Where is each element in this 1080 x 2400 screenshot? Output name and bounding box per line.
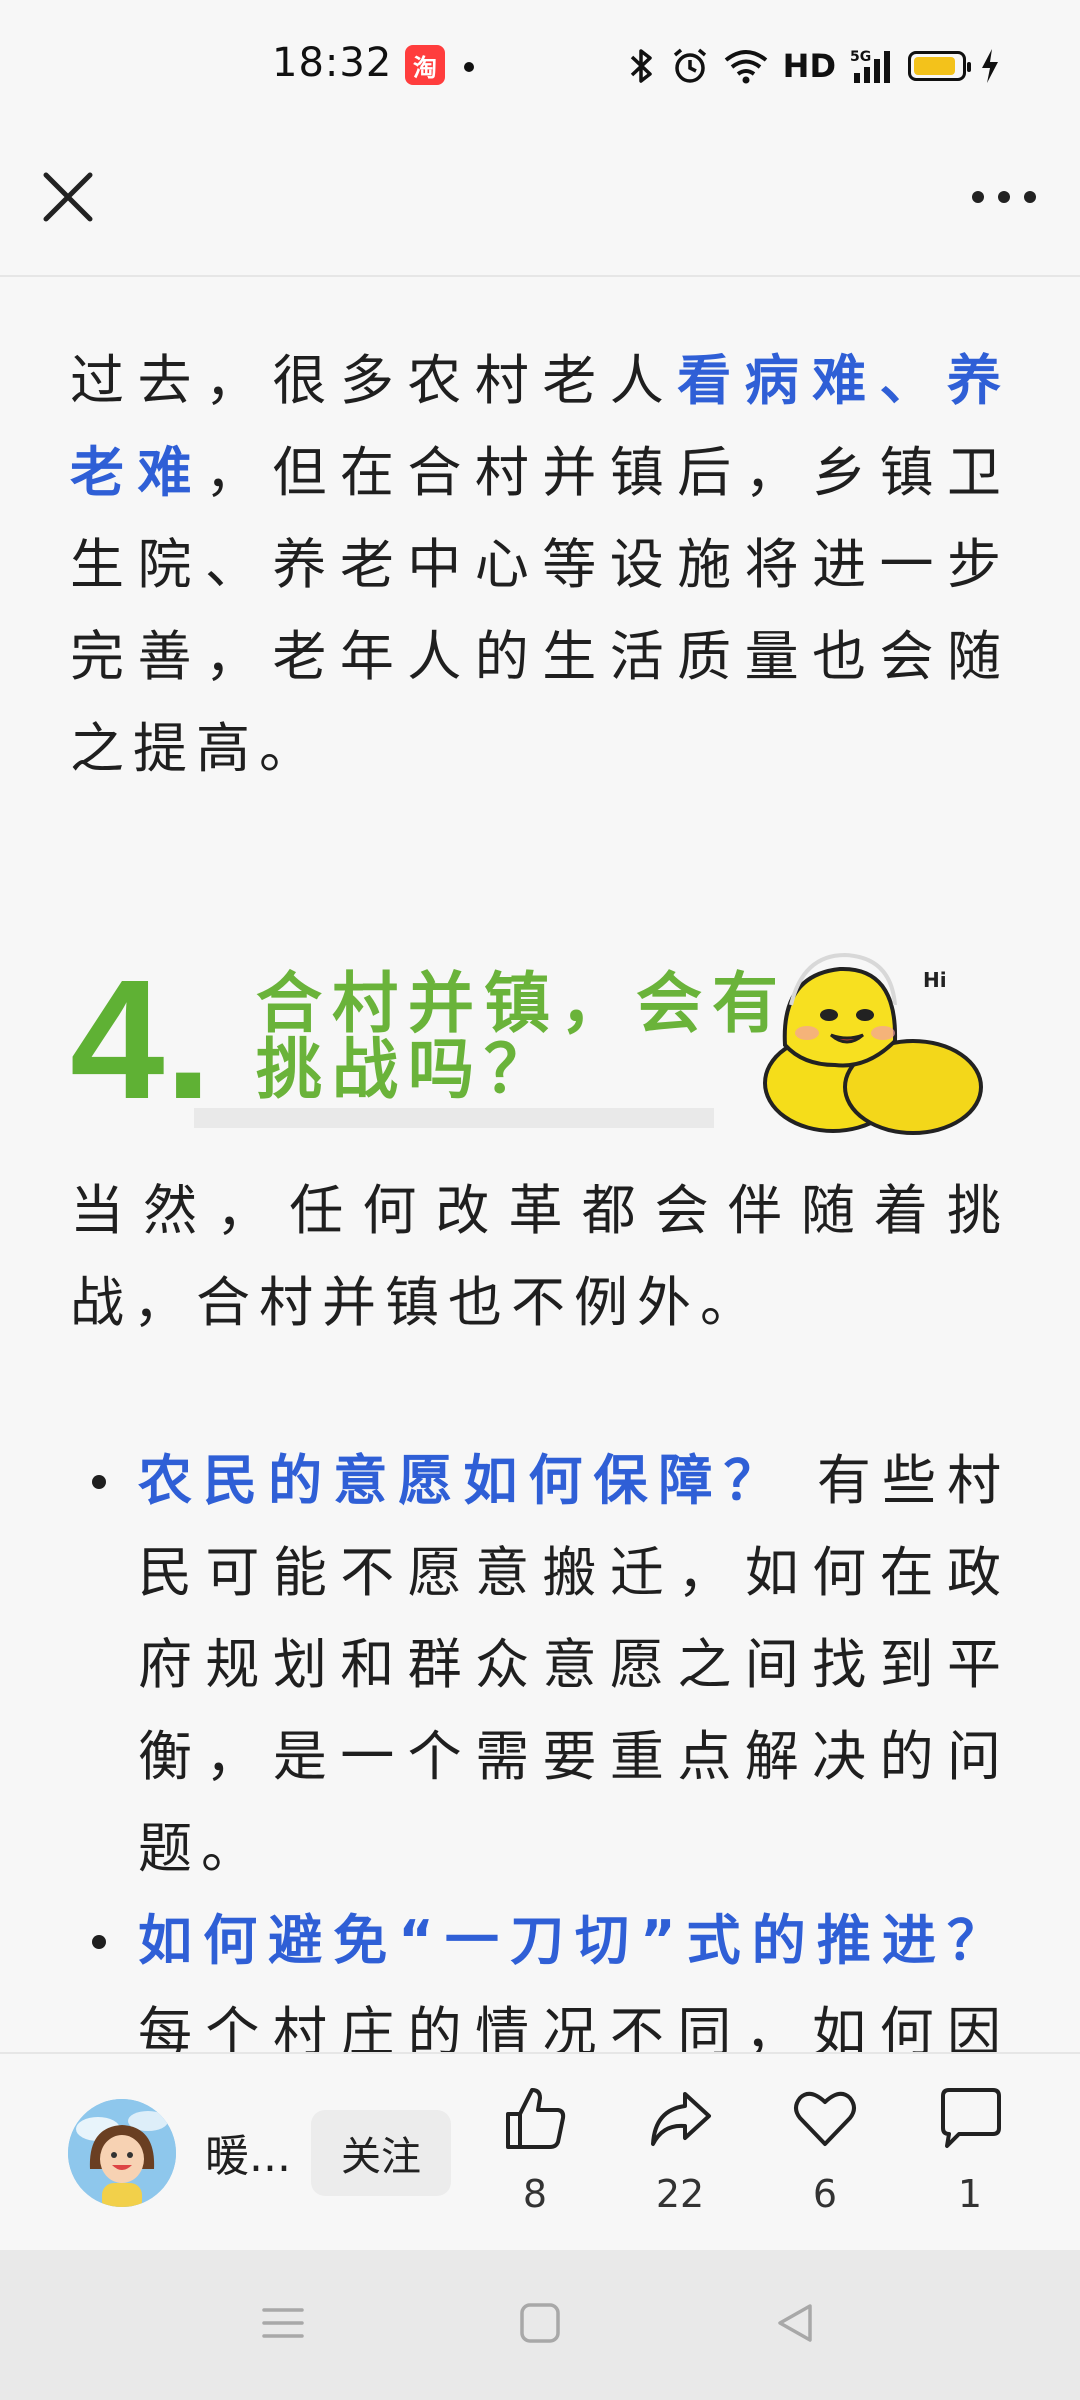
more-horizontal-icon bbox=[972, 191, 1036, 203]
taobao-notification-icon: 淘 bbox=[405, 45, 445, 85]
paragraph-text: 当然，任何改革都会伴随着挑战，合村并镇也不例外。 bbox=[70, 1179, 1010, 1334]
system-navigation-bar bbox=[0, 2250, 1080, 2400]
follow-button[interactable]: 关注 bbox=[311, 2110, 451, 2196]
author-name[interactable]: 暖... bbox=[205, 2120, 291, 2184]
author-avatar[interactable] bbox=[68, 2099, 176, 2207]
top-nav-bar bbox=[0, 135, 1080, 277]
notification-dot-icon bbox=[464, 62, 474, 72]
bullet-highlight: 如何避免“一刀切”式的推进？ bbox=[138, 1909, 1010, 1972]
lemon-mascot-sticker-icon: Hi bbox=[763, 952, 983, 1135]
bluetooth-icon bbox=[630, 49, 652, 83]
status-time: 18:32 bbox=[272, 40, 393, 86]
home-square-icon[interactable] bbox=[515, 2298, 565, 2348]
svg-text:5G: 5G bbox=[850, 49, 871, 65]
more-options-button[interactable] bbox=[964, 165, 1044, 229]
bullet-dot bbox=[92, 1475, 106, 1489]
battery-level bbox=[914, 57, 955, 75]
section-title-underline bbox=[194, 1108, 714, 1128]
paragraph-text-prefix: 过去，很多农村老人 bbox=[70, 349, 678, 412]
share-button[interactable]: 22 bbox=[630, 2084, 730, 2216]
battery-icon bbox=[908, 51, 971, 81]
status-bar: 18:32 淘 HD 5G bbox=[0, 0, 1080, 135]
network-type-label: HD bbox=[782, 47, 836, 85]
bullet-dot bbox=[92, 1935, 106, 1949]
share-arrow-icon bbox=[651, 2092, 711, 2146]
section-heading: 4. 合村并镇，会有挑战吗？ Hi bbox=[70, 945, 1010, 1135]
comment-button[interactable]: 1 bbox=[920, 2084, 1020, 2216]
share-count: 22 bbox=[655, 2172, 705, 2216]
paragraph-text: 过去，很多农村老人看病难、养老难，但在合村并镇后，乡镇卫生院、养老中心等设施将进… bbox=[70, 335, 1010, 795]
section-title: 合村并镇，会有挑战吗？ bbox=[256, 965, 788, 1108]
close-icon bbox=[43, 172, 93, 222]
favorite-button[interactable]: 6 bbox=[775, 2084, 875, 2216]
menu-lines-icon[interactable] bbox=[258, 2298, 308, 2348]
thumbs-up-icon bbox=[506, 2088, 566, 2149]
comment-bubble-icon bbox=[941, 2088, 1001, 2148]
system-icons: HD 5G bbox=[627, 44, 1000, 88]
bullet-item: 农民的意愿如何保障？ 有些村民可能不愿意搬迁，如何在政府规划和群众意愿之间找到平… bbox=[70, 1435, 1010, 1895]
author-avatar-image bbox=[68, 2099, 176, 2207]
article-paragraph-1: 过去，很多农村老人看病难、养老难，但在合村并镇后，乡镇卫生院、养老中心等设施将进… bbox=[70, 335, 1010, 795]
back-triangle-icon[interactable] bbox=[770, 2298, 820, 2348]
section-number: 4. bbox=[70, 945, 212, 1135]
comment-count: 1 bbox=[957, 2172, 983, 2216]
like-count: 8 bbox=[522, 2172, 548, 2216]
article-paragraph-2: 当然，任何改革都会伴随着挑战，合村并镇也不例外。 bbox=[70, 1165, 1010, 1349]
bullet-highlight: 农民的意愿如何保障？ bbox=[138, 1449, 789, 1512]
close-button[interactable] bbox=[36, 165, 100, 229]
bottom-action-bar: 暖... 关注 8 22 6 1 bbox=[0, 2052, 1080, 2252]
bullet-body: 有些村民可能不愿意搬迁，如何在政府规划和群众意愿之间找到平衡，是一个需要重点解决… bbox=[138, 1449, 1011, 1880]
sticker-text: Hi bbox=[923, 968, 947, 992]
alarm-icon bbox=[673, 48, 706, 83]
charging-bolt-icon bbox=[982, 49, 998, 83]
paragraph-text-suffix: ，但在合村并镇后，乡镇卫生院、养老中心等设施将进一步完善，老年人的生活质量也会随… bbox=[70, 441, 1011, 780]
signal-5g-icon: 5G bbox=[850, 49, 890, 83]
heart-icon bbox=[794, 2091, 856, 2146]
favorite-count: 6 bbox=[812, 2172, 838, 2216]
bullet-text: 农民的意愿如何保障？ 有些村民可能不愿意搬迁，如何在政府规划和群众意愿之间找到平… bbox=[138, 1435, 1010, 1895]
wifi-icon bbox=[724, 50, 767, 84]
like-button[interactable]: 8 bbox=[485, 2084, 585, 2216]
